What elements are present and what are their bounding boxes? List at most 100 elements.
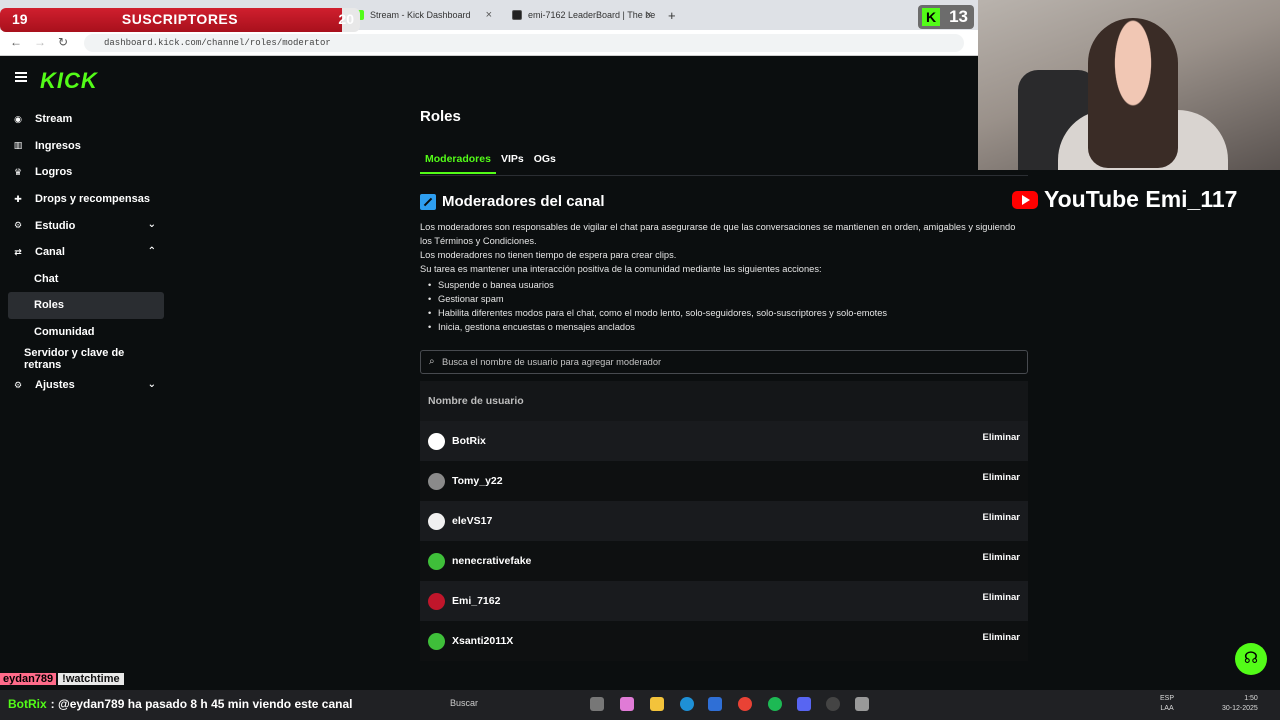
tab-vips[interactable]: VIPs — [496, 150, 529, 174]
avatar — [428, 472, 445, 490]
kick-logo-icon: K — [922, 8, 940, 26]
sidebar-item-chat[interactable]: Chat — [8, 266, 164, 293]
lang-bottom: LAA — [1160, 705, 1174, 712]
chat-message-top: eydan789 !watchtime — [0, 672, 124, 686]
folder-icon[interactable] — [650, 697, 664, 711]
chevron-down-icon: ⌄ — [147, 219, 156, 231]
chart-icon: ▥ — [13, 140, 23, 151]
moderator-name: nenecrativefake — [452, 555, 532, 567]
roles-tabs: Moderadores VIPs OGs — [420, 150, 561, 174]
screen: Stream - Kick Dashboard × emi-7162 Leade… — [0, 0, 1280, 720]
hamburger-menu-icon[interactable] — [15, 72, 27, 82]
subs-goal: 20 — [338, 11, 354, 27]
moderator-actions-list: Suspende o banea usuarios Gestionar spam… — [428, 278, 887, 334]
close-tab-icon[interactable]: × — [646, 9, 652, 21]
section-title-text: Moderadores del canal — [442, 193, 605, 210]
sidebar-item-label: Estudio — [35, 219, 76, 232]
moderator-search-input[interactable] — [442, 354, 1012, 370]
moderator-search: ⌕ — [420, 350, 1028, 374]
leaderboard-favicon-icon — [512, 10, 522, 20]
settings-icon[interactable] — [855, 697, 869, 711]
paint-icon[interactable] — [620, 697, 634, 711]
browser-tab-leaderboard[interactable]: emi-7162 LeaderBoard | The be × — [506, 4, 658, 26]
obs-icon[interactable] — [826, 697, 840, 711]
taskbar-clock[interactable]: 1:50 30-12-2025 — [1222, 694, 1258, 714]
page-title: Roles — [420, 108, 461, 125]
table-row: Emi_7162 Eliminar — [420, 581, 1028, 621]
table-header: Nombre de usuario — [420, 381, 1028, 421]
clock-time: 1:50 — [1244, 695, 1258, 702]
webcam-feed — [978, 0, 1280, 170]
edge-icon[interactable] — [680, 697, 694, 711]
gift-icon: ✚ — [14, 193, 22, 204]
close-tab-icon[interactable]: × — [486, 9, 492, 21]
section-title: Moderadores del canal — [420, 193, 605, 210]
kick-count-value: 13 — [949, 7, 968, 26]
remove-button[interactable]: Eliminar — [983, 552, 1021, 563]
list-item: Suspende o banea usuarios — [428, 278, 887, 292]
remove-button[interactable]: Eliminar — [983, 512, 1021, 523]
sidebar-item-label: Roles — [34, 299, 64, 312]
kick-logo[interactable]: KICK — [40, 68, 98, 94]
address-bar: ← → ↻ dashboard.kick.com/channel/roles/m… — [0, 30, 978, 56]
chat-username: eydan789 — [0, 673, 57, 685]
forward-icon[interactable]: → — [34, 35, 46, 49]
youtube-overlay: YouTube Emi_117 — [1012, 186, 1237, 213]
sidebar-item-comunidad[interactable]: Comunidad — [8, 319, 164, 346]
avatar — [428, 512, 445, 530]
discord-icon[interactable] — [797, 697, 811, 711]
webcam-person — [1088, 18, 1178, 168]
remove-button[interactable]: Eliminar — [983, 472, 1021, 483]
tab-moderadores[interactable]: Moderadores — [420, 150, 496, 174]
sidebar-item-estudio[interactable]: ⚙ Estudio ⌄ — [8, 212, 164, 239]
sidebar-item-ingresos[interactable]: ▥ Ingresos — [8, 133, 164, 160]
chrome-icon[interactable] — [738, 697, 752, 711]
moderator-name: Tomy_y22 — [452, 475, 503, 487]
channel-icon: ⇄ — [14, 246, 22, 257]
sidebar-item-drops[interactable]: ✚ Drops y recompensas — [8, 186, 164, 213]
subs-label: SUSCRIPTORES — [121, 11, 239, 27]
avatar — [428, 632, 445, 650]
tab-ogs[interactable]: OGs — [529, 150, 561, 174]
reload-icon[interactable]: ↻ — [58, 35, 68, 49]
broadcast-icon: ◉ — [14, 113, 22, 124]
help-button[interactable]: ☊ — [1235, 643, 1267, 675]
browser-tab-stream[interactable]: Stream - Kick Dashboard × — [348, 4, 498, 26]
remove-button[interactable]: Eliminar — [983, 592, 1021, 603]
avatar — [428, 592, 445, 610]
sidebar-item-roles[interactable]: Roles — [8, 292, 164, 319]
sidebar-item-logros[interactable]: ♛ Logros — [8, 159, 164, 186]
spotify-icon[interactable] — [768, 697, 782, 711]
chat-text: : @eydan789 ha pasado 8 h 45 min viendo … — [50, 697, 353, 711]
description-line: Su tarea es mantener una interacción pos… — [420, 264, 822, 274]
list-item: Habilita diferentes modos para el chat, … — [428, 306, 887, 320]
sidebar-item-ajustes[interactable]: ⚙ Ajustes ⌄ — [8, 372, 164, 399]
remove-button[interactable]: Eliminar — [983, 432, 1021, 443]
taskbar-search[interactable]: Buscar — [450, 698, 478, 708]
table-row: nenecrativefake Eliminar — [420, 541, 1028, 581]
sidebar-item-stream[interactable]: ◉ Stream — [8, 106, 164, 133]
sidebar: ◉ Stream ▥ Ingresos ♛ Logros ✚ Drops y recom… — [8, 106, 164, 399]
language-indicator[interactable]: ESP LAA — [1160, 694, 1174, 714]
url-field[interactable]: dashboard.kick.com/channel/roles/moderat… — [84, 34, 964, 52]
youtube-icon — [1012, 190, 1038, 209]
table-row: eleVS17 Eliminar — [420, 501, 1028, 541]
subscriber-goal-bar: 19 SUSCRIPTORES 20 — [0, 8, 360, 32]
sidebar-item-label: Drops y recompensas — [35, 193, 150, 206]
sidebar-item-label: Comunidad — [34, 326, 95, 339]
sidebar-item-servidor[interactable]: Servidor y clave de retrans — [8, 345, 164, 372]
store-icon[interactable] — [708, 697, 722, 711]
sidebar-item-label: Servidor y clave de retrans — [24, 346, 125, 371]
sidebar-item-label: Logros — [35, 166, 73, 179]
chat-text: !watchtime — [58, 673, 124, 685]
remove-button[interactable]: Eliminar — [983, 632, 1021, 643]
sidebar-item-canal[interactable]: ⇄ Canal ⌃ — [8, 239, 164, 266]
sidebar-item-label: Chat — [34, 272, 59, 285]
file-explorer-icon[interactable] — [590, 697, 604, 711]
description: Los moderadores son responsables de vigi… — [420, 220, 1026, 276]
studio-icon: ⚙ — [13, 220, 23, 231]
moderator-name: Xsanti2011X — [452, 635, 514, 647]
back-icon[interactable]: ← — [10, 35, 22, 49]
new-tab-button[interactable]: + — [662, 4, 676, 26]
tabs-divider — [420, 175, 1028, 176]
